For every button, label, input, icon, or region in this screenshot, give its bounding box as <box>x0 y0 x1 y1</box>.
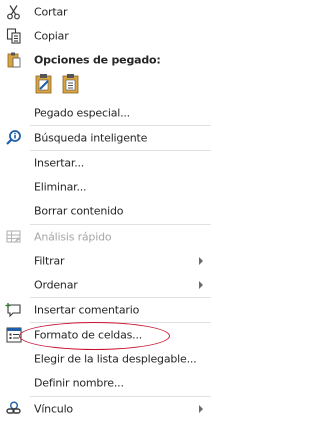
clipboard-icon <box>5 51 23 69</box>
sort-label: Ordenar <box>34 278 78 292</box>
filter-menu-item[interactable]: Filtrar <box>0 249 211 273</box>
insert-label: Insertar... <box>34 156 85 170</box>
link-label: Vínculo <box>34 402 73 416</box>
paste-special-label: Pegado especial... <box>34 106 130 120</box>
paste-values-icon[interactable] <box>60 73 84 97</box>
copy-label: Copiar <box>34 29 69 43</box>
filter-label: Filtrar <box>34 254 65 268</box>
define-name-label: Definir nombre... <box>34 376 124 390</box>
pick-from-list-menu-item[interactable]: Elegir de la lista desplegable... <box>0 347 211 371</box>
submenu-arrow-icon <box>199 405 203 413</box>
insert-menu-item[interactable]: Insertar... <box>0 151 211 175</box>
smart-lookup-menu-item[interactable]: Búsqueda inteligente <box>0 126 211 150</box>
smart-lookup-icon <box>5 129 23 147</box>
paste-options-heading: Opciones de pegado: <box>0 48 211 72</box>
paste-formatting-icon[interactable] <box>33 73 57 97</box>
link-menu-item[interactable]: Vínculo <box>0 397 211 421</box>
cut-label: Cortar <box>34 5 68 19</box>
quick-analysis-label: Análisis rápido <box>34 230 112 244</box>
copy-icon <box>5 27 23 45</box>
clear-contents-menu-item[interactable]: Borrar contenido <box>0 199 211 223</box>
submenu-arrow-icon <box>199 281 203 289</box>
delete-label: Eliminar... <box>34 180 87 194</box>
clear-contents-label: Borrar contenido <box>34 204 124 218</box>
insert-comment-label: Insertar comentario <box>34 303 140 317</box>
paste-options-label: Opciones de pegado: <box>34 53 161 67</box>
quick-analysis-menu-item: Análisis rápido <box>0 225 211 249</box>
pick-from-list-label: Elegir de la lista desplegable... <box>34 352 197 366</box>
insert-comment-menu-item[interactable]: Insertar comentario <box>0 298 211 322</box>
smart-lookup-label: Búsqueda inteligente <box>34 131 148 145</box>
copy-menu-item[interactable]: Copiar <box>0 24 211 48</box>
delete-menu-item[interactable]: Eliminar... <box>0 175 211 199</box>
comment-plus-icon <box>5 301 23 319</box>
quick-analysis-icon <box>5 228 23 246</box>
define-name-menu-item[interactable]: Definir nombre... <box>0 371 211 395</box>
paste-special-menu-item[interactable]: Pegado especial... <box>0 101 211 125</box>
annotation-circle <box>19 322 170 350</box>
scissors-icon <box>5 3 23 21</box>
cut-menu-item[interactable]: Cortar <box>0 0 211 24</box>
sort-menu-item[interactable]: Ordenar <box>0 273 211 297</box>
context-menu: Cortar Copiar Opciones de pegado: Pegado… <box>0 0 213 422</box>
submenu-arrow-icon <box>199 257 203 265</box>
link-icon <box>5 400 23 418</box>
